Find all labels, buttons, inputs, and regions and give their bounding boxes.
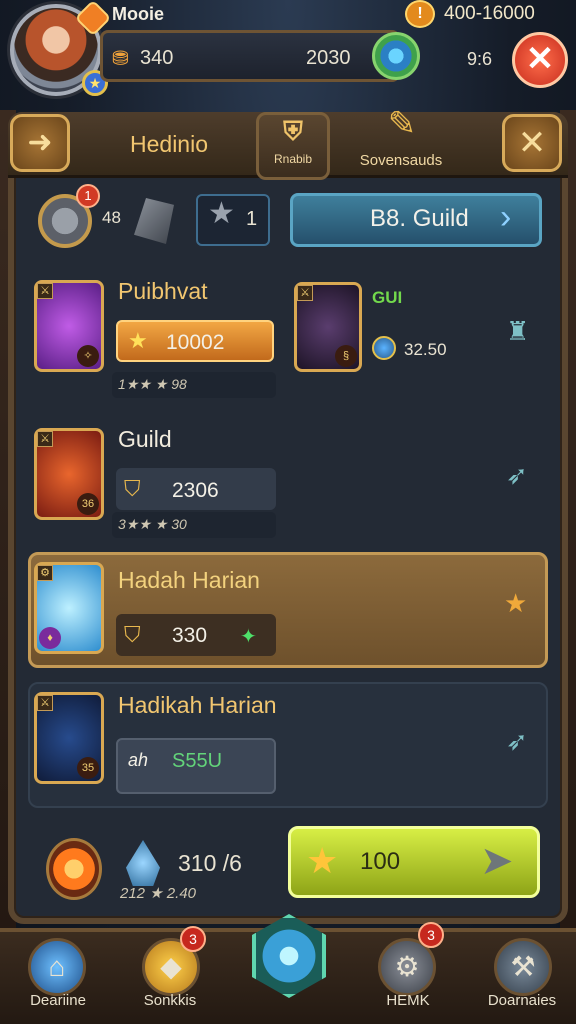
guild-button-label: B8. Guild bbox=[370, 205, 469, 232]
flame-emblem-icon bbox=[46, 838, 102, 900]
bottom-value-1: 310 /6 bbox=[178, 850, 242, 876]
close-button[interactable]: ✕ bbox=[512, 32, 568, 88]
card-corner-icon: ⚔ bbox=[37, 283, 53, 299]
bottom-value-2: 212 ★ 2.40 bbox=[120, 885, 197, 902]
timer-value: 9:6 bbox=[467, 49, 493, 69]
player-name: Mooie bbox=[112, 4, 164, 24]
shield-icon: ⛉ bbox=[124, 476, 141, 501]
row-1-tag: GUI bbox=[372, 288, 403, 307]
back-button[interactable]: ➜ bbox=[10, 114, 70, 172]
panel-title: Hedinio bbox=[130, 131, 208, 157]
card-corner-icon: ⚔ bbox=[37, 695, 53, 711]
tower-icon[interactable]: ♜ bbox=[506, 316, 529, 347]
item-card-3[interactable]: ⚙ ♦ bbox=[34, 562, 104, 654]
forge-icon[interactable]: ⚒ bbox=[494, 938, 552, 996]
quill-icon[interactable]: ✎ bbox=[382, 104, 422, 148]
panel-close-button[interactable]: ✕ bbox=[502, 114, 562, 172]
arrow-right-icon: › bbox=[500, 198, 512, 236]
row-3-title: Hadah Harian bbox=[118, 567, 260, 593]
gold-value: 400-16000 bbox=[444, 3, 535, 24]
star-icon: ★ bbox=[208, 197, 235, 230]
arrow-right-icon: ➤ bbox=[480, 839, 514, 883]
row-3-highlight[interactable] bbox=[28, 552, 548, 668]
row-4-title: Hadikah Harian bbox=[118, 692, 277, 718]
item-card-2[interactable]: ⚔ 36 bbox=[34, 428, 104, 520]
row-4-value: S55U bbox=[172, 750, 223, 772]
card-level-icon: ✧ bbox=[77, 345, 99, 367]
star-icon: ★ bbox=[306, 840, 339, 881]
star-icon[interactable]: ★ bbox=[504, 588, 527, 619]
add-gem-button[interactable] bbox=[372, 32, 420, 80]
green-gem-icon: ✦ bbox=[240, 626, 257, 648]
row-4[interactable] bbox=[28, 682, 548, 808]
shield-icon: ⛉ bbox=[124, 622, 141, 647]
card-corner-icon: ⚔ bbox=[37, 431, 53, 447]
nav-badge: 3 bbox=[418, 922, 444, 948]
row-1-sub: 1★★ ★ 98 bbox=[118, 376, 187, 392]
nav-badge: 3 bbox=[180, 926, 206, 952]
row-1-value: 10002 bbox=[166, 331, 225, 354]
row-1-mini-value: 32.50 bbox=[404, 340, 447, 359]
home-icon[interactable]: ⌂ bbox=[28, 938, 86, 996]
row-2-sub: 3★★ ★ 30 bbox=[118, 516, 187, 532]
card-level-icon: 36 bbox=[77, 493, 99, 515]
buy-button-label: 100 bbox=[360, 848, 401, 875]
gold-coin-icon: ! bbox=[405, 0, 435, 28]
leaf-icon[interactable]: ➶ bbox=[506, 726, 528, 757]
card-level-icon: 35 bbox=[77, 757, 99, 779]
nav-item-doarnaies-label[interactable]: Doarnaies bbox=[472, 992, 572, 1009]
item-card-hero[interactable]: ⚔ § bbox=[294, 282, 362, 372]
resource-1-value: 340 bbox=[140, 47, 174, 69]
nav-item-sonkkis-label[interactable]: Sonkkis bbox=[120, 992, 220, 1009]
resource-2-value: 2030 bbox=[306, 47, 351, 69]
card-level-icon: § bbox=[335, 345, 357, 367]
leaf-icon[interactable]: ➶ bbox=[506, 460, 528, 491]
card-corner-icon: ⚔ bbox=[297, 285, 313, 301]
row-2-value: 2306 bbox=[172, 479, 219, 502]
orb-icon bbox=[372, 336, 396, 360]
tab-sovensauds-label[interactable]: Sovensauds bbox=[350, 152, 452, 169]
nav-item-deariine-label[interactable]: Deariine bbox=[8, 992, 108, 1009]
coin-bag-icon: ⛃ bbox=[112, 48, 129, 70]
row-4-prefix: ah bbox=[128, 750, 149, 770]
row-2-title: Guild bbox=[118, 426, 172, 452]
item-card-4[interactable]: ⚔ 35 bbox=[34, 692, 104, 784]
shield-emblem-icon: ⛨ bbox=[283, 116, 303, 146]
card-corner-icon: ⚙ bbox=[37, 565, 53, 581]
item-card-1[interactable]: ⚔ ✧ bbox=[34, 280, 104, 372]
star-icon: ★ bbox=[128, 328, 148, 353]
card-gem-icon: ♦ bbox=[39, 627, 61, 649]
coin-badge: 1 bbox=[76, 184, 100, 208]
row-3-value: 330 bbox=[172, 624, 208, 647]
star-value: 1 bbox=[246, 208, 258, 230]
coin-value: 48 bbox=[102, 208, 121, 227]
row-1-title: Puibhvat bbox=[118, 278, 208, 304]
tab-rnabib-label: Rnabib bbox=[273, 152, 313, 166]
nav-item-hemk-label[interactable]: HEMK bbox=[358, 992, 458, 1009]
